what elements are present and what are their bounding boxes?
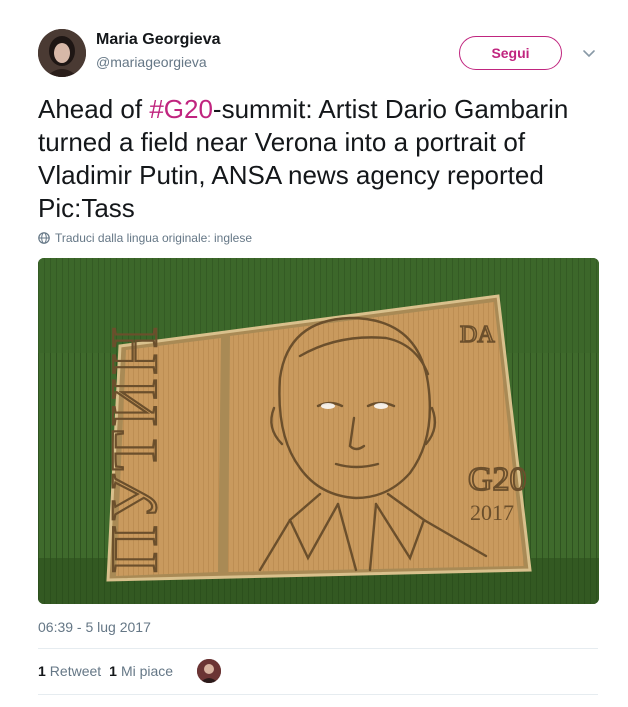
tweet-media-photo[interactable]: ПУТИН G20 2017 DA <box>38 258 599 604</box>
user-avatar[interactable] <box>38 29 86 77</box>
translate-label: Traduci dalla lingua originale: inglese <box>55 231 253 245</box>
like-count: 1 <box>109 663 117 679</box>
tweet-timestamp[interactable]: 06:39 - 5 lug 2017 <box>38 619 151 635</box>
follow-button[interactable]: Segui <box>459 36 562 70</box>
field-portrait-image: ПУТИН G20 2017 DA <box>38 258 599 604</box>
retweet-stat[interactable]: 1 Retweet <box>38 663 101 679</box>
divider-top <box>38 648 598 649</box>
translate-link[interactable]: Traduci dalla lingua originale: inglese <box>38 231 252 245</box>
tweet-text: Ahead of #G20-summit: Artist Dario Gamba… <box>38 93 598 225</box>
like-stat[interactable]: 1 Mi piace <box>109 663 173 679</box>
tweet-stats: 1 Retweet 1 Mi piace <box>38 663 181 679</box>
like-label: Mi piace <box>120 663 174 679</box>
display-name[interactable]: Maria Georgieva <box>96 31 221 49</box>
hashtag-link[interactable]: #G20 <box>149 94 213 124</box>
liker-avatar[interactable] <box>197 659 221 683</box>
field-text-year: 2017 <box>470 500 514 525</box>
more-options-caret[interactable] <box>580 44 598 62</box>
retweet-count: 1 <box>38 663 46 679</box>
tweet-text-before: Ahead of <box>38 94 150 124</box>
retweet-label: Retweet <box>49 663 102 679</box>
field-text-left: ПУТИН <box>98 323 171 573</box>
chevron-down-icon <box>583 50 595 58</box>
globe-icon <box>38 232 50 244</box>
field-text-event: G20 <box>468 461 527 498</box>
divider-bottom <box>38 694 598 695</box>
liker-avatar-image <box>197 659 221 683</box>
user-handle[interactable]: @mariageorgieva <box>96 54 207 70</box>
avatar-image <box>38 29 86 77</box>
field-text-signature: DA <box>460 322 495 348</box>
